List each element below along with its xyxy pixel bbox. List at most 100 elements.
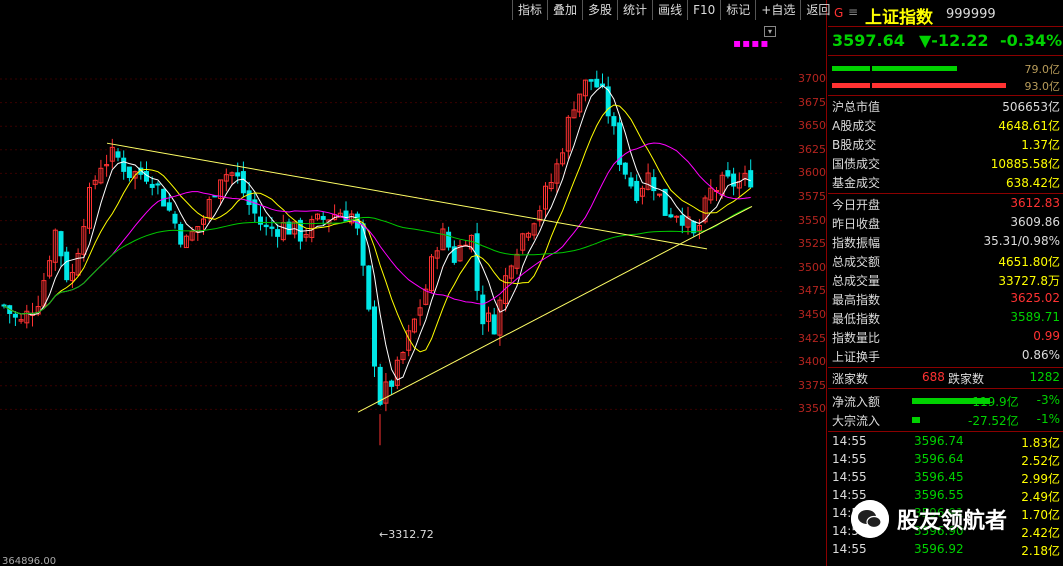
tick-row: 14:55 3596.45 2.99亿	[828, 468, 1063, 486]
stats-row: 总成交量 33727.8万	[828, 270, 1063, 289]
tick-price: 3596.45	[914, 470, 964, 484]
candle-body	[286, 221, 292, 235]
red-bar-2	[872, 83, 1006, 88]
candle-body	[366, 265, 372, 310]
candle-body	[446, 231, 452, 248]
market-row: 沪总市值 506653亿	[828, 96, 1063, 115]
toolbar-button[interactable]: 标记	[720, 0, 755, 20]
tick-price: 3596.64	[914, 452, 964, 466]
price-axis-label: 3375	[798, 378, 826, 392]
candle-body	[149, 183, 155, 188]
price-axis-label: 3450	[798, 308, 826, 321]
breadth-row: 涨家数 688 跌家数 1282	[828, 368, 1063, 389]
market-value: 506653亿	[1002, 100, 1060, 114]
candle-body	[115, 151, 121, 158]
ma20-line	[3, 142, 751, 315]
toolbar-button[interactable]: 叠加	[547, 0, 582, 20]
tick-volume: 2.99亿	[1021, 472, 1060, 486]
market-value: 638.42亿	[1006, 176, 1060, 190]
up-count: 688	[922, 370, 945, 384]
stats-row: 上证换手 0.86%	[828, 346, 1063, 365]
stats-row: 指数振幅 35.31/0.98%	[828, 232, 1063, 251]
stats-label: 总成交量	[832, 274, 881, 288]
tick-row: 14:55 3596.74 1.83亿	[828, 432, 1063, 450]
stats-row: 今日开盘 3612.83	[828, 194, 1063, 213]
flow-row: 净流入额 -119.9亿 -3%	[828, 391, 1063, 410]
candle-body	[628, 177, 634, 187]
candle-body	[320, 216, 326, 220]
candle-body	[126, 166, 132, 178]
market-label: 基金成交	[832, 176, 881, 190]
candle-body	[679, 215, 685, 226]
toolbar-button[interactable]: 多股	[582, 0, 617, 20]
window-menu-icon[interactable]: ▾	[764, 26, 776, 37]
price-axis-label: 3550	[798, 213, 826, 227]
axis-corner-value: 364896.00	[2, 556, 57, 566]
stats-label: 指数振幅	[832, 236, 881, 250]
market-value: 4648.61亿	[998, 119, 1060, 133]
stats-row: 昨日收盘 3609.86	[828, 213, 1063, 232]
top-bar-value: 79.0亿	[1024, 63, 1061, 76]
index-stats-block: 今日开盘 3612.83 昨日收盘 3609.86 指数振幅 35.31/0.98% 总成交…	[828, 194, 1063, 368]
candle-body	[594, 78, 600, 88]
toolbar-button[interactable]: 画线	[652, 0, 687, 20]
g-icon[interactable]: G	[834, 6, 843, 20]
price-axis-label: 3700	[798, 72, 826, 85]
kline-chart-area[interactable]: 指标 叠加 多股 统计 画线 F10 标记 +自选 返回 ▪▪▪▪ ▾ 3700 3675 3650…	[0, 0, 830, 566]
capital-flow-block: 净流入额 -119.9亿 -3% 大宗流入 -27.52亿 -1%	[828, 389, 1063, 432]
stats-row: 指数量比 0.99	[828, 327, 1063, 346]
quote-line: 3597.64 ▼-12.22 -0.34%	[828, 27, 1063, 56]
tick-list[interactable]: 14:55 3596.74 1.83亿 14:55 3596.64 2.52亿 14:55 3…	[828, 432, 1063, 558]
candlestick-chart[interactable]	[0, 0, 784, 566]
down-count-label: 跌家数	[948, 372, 985, 386]
candle-body	[172, 213, 178, 224]
market-value: 10885.58亿	[990, 157, 1060, 171]
price-change-pct: -0.34%	[1000, 31, 1063, 50]
candle-body	[275, 229, 281, 237]
toolbar-button[interactable]: 统计	[617, 0, 652, 20]
candle-body	[258, 216, 263, 225]
stats-value: 3625.02	[1010, 291, 1060, 305]
candle-body	[377, 366, 383, 405]
resistance-trendline	[106, 142, 708, 250]
tick-volume: 1.83亿	[1021, 436, 1060, 450]
price-change: ▼-12.22	[919, 31, 989, 50]
volume-compare-bars: 79.0亿 93.0亿	[828, 56, 1063, 96]
candle-body	[611, 116, 617, 127]
tick-volume: 2.52亿	[1021, 454, 1060, 468]
stats-value: 0.86%	[1021, 348, 1060, 362]
stats-row: 总成交额 4651.80亿	[828, 251, 1063, 270]
candle-body	[725, 170, 731, 177]
last-price: 3597.64	[832, 31, 905, 50]
price-axis-label: 3600	[798, 166, 826, 180]
red-bar-1	[832, 83, 870, 88]
price-axis-label: 3675	[798, 95, 826, 109]
toolbar-button[interactable]: 指标	[512, 0, 547, 20]
candle-body	[235, 172, 241, 177]
candle-body	[58, 231, 64, 257]
flow-pct: -3%	[1036, 393, 1060, 407]
tick-price: 3596.92	[914, 542, 964, 556]
candle-body	[246, 190, 252, 206]
price-axis-label: 3425	[798, 331, 826, 345]
market-turnover-block: 沪总市值 506653亿 A股成交 4648.61亿 B股成交 1.37亿 国债成交 1088…	[828, 96, 1063, 194]
toolbar-button[interactable]: F10	[687, 0, 720, 20]
watermark-text: 股友领航者	[897, 509, 1008, 534]
support-trendline	[357, 205, 753, 413]
candle-body	[12, 313, 18, 318]
candle-body	[161, 188, 167, 207]
indicator-dots: ▪▪▪▪	[733, 36, 770, 50]
low-price-marker: ←3312.72	[379, 528, 434, 541]
price-axis: 3700 3675 3650 3625 3600 3575 3550 3525 3500 3475…	[784, 0, 826, 566]
stats-label: 今日开盘	[832, 198, 881, 212]
price-axis-label: 3625	[798, 142, 826, 156]
tick-volume: 1.70亿	[1021, 508, 1060, 522]
candle-body	[634, 180, 640, 201]
stats-value: 3589.71	[1010, 310, 1060, 324]
flow-amount: -119.9亿	[968, 395, 1019, 409]
market-label: 国债成交	[832, 157, 881, 171]
menu-icon[interactable]: ≡	[848, 5, 858, 19]
candle-body	[269, 226, 275, 229]
stats-row: 最低指数 3589.71	[828, 308, 1063, 327]
candle-body	[491, 314, 497, 335]
